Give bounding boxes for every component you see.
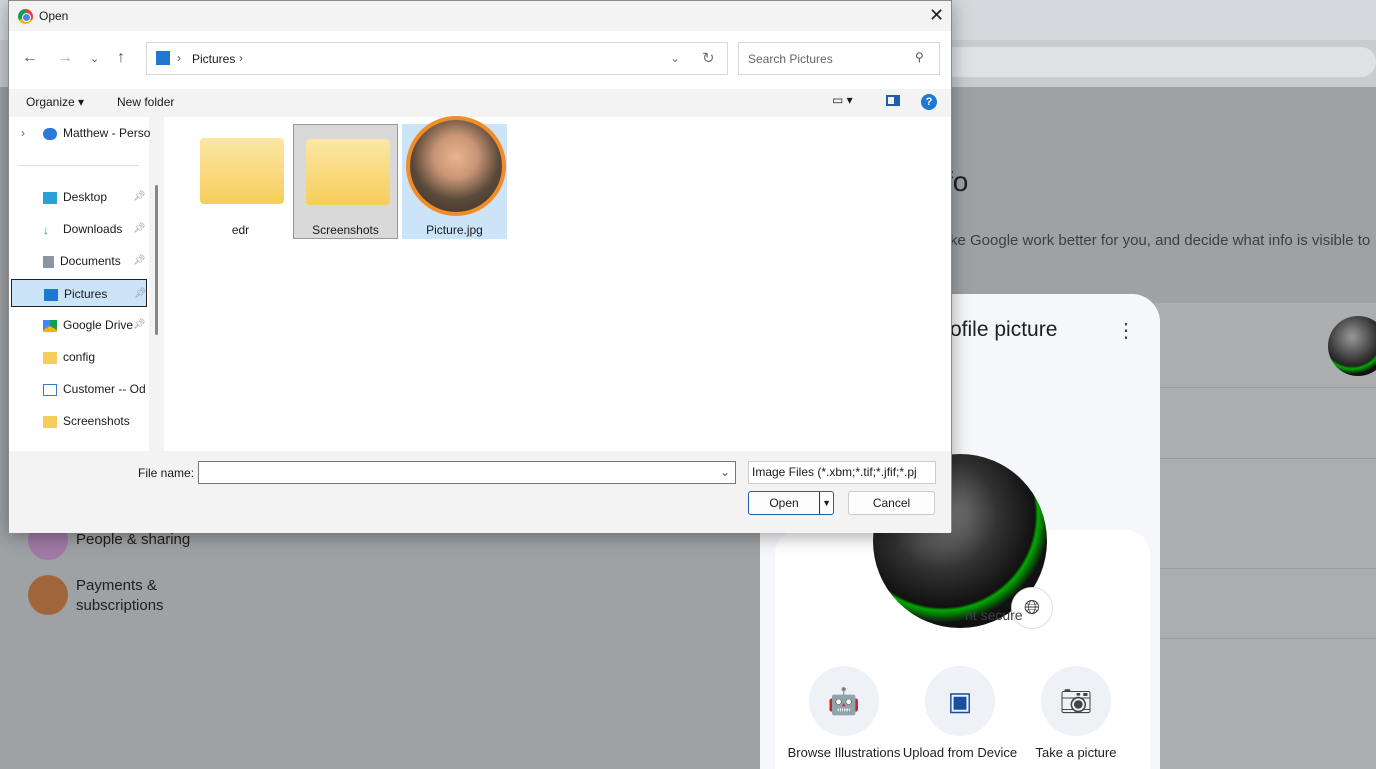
robot-illustration-icon[interactable]: 🤖 [809,666,879,736]
page-description: ke Google work better for you, and decid… [950,232,1371,249]
sidebar-item-desktop[interactable]: Desktop 📌︎ [43,183,173,211]
chevron-down-icon[interactable]: ⌄ [720,465,730,479]
expand-chevron-icon[interactable]: › [21,126,25,140]
sidebar-label: Screenshots [63,414,130,428]
forward-icon[interactable]: → [57,49,73,67]
open-label: Open [769,496,799,510]
file-item-edr[interactable]: edr [188,124,293,239]
sidebar-item-screenshots[interactable]: Screenshots [43,407,173,435]
search-input[interactable]: Search Pictures ⚲ [738,42,940,75]
folder-icon [306,139,390,205]
open-file-dialog: Open ✕ ← → ⌄ ↑ › Pictures › ⌄ ↻ Search P… [8,0,952,533]
sidebar-label: Google Drive [63,318,134,332]
dialog-footer: File name: ⌄ Image Files (*.xbm;*.tif;*.… [9,451,951,533]
separator-icon: › [177,51,181,65]
file-item-picture[interactable]: Picture.jpg [402,116,507,239]
browse-illustrations-label[interactable]: Browse Illustrations [784,745,904,760]
wallet-icon [28,575,68,615]
folder-icon [43,415,57,428]
card-title: ofile picture [950,318,1058,341]
sidebar-scrollbar[interactable] [155,185,158,335]
sidebar-label: Matthew - Perso [63,126,151,140]
pin-icon: 📌︎ [133,319,146,330]
sidebar-label: config [63,350,96,364]
address-path[interactable]: › Pictures › ⌄ ↻ [146,42,728,75]
separator-icon: › [239,51,243,65]
recent-locations-icon[interactable]: ⌄ [90,52,99,65]
chevron-down-icon[interactable]: ⌄ [670,51,680,65]
photo-library-icon[interactable]: ▣ [925,666,995,736]
sidebar-item-customer[interactable]: Customer -- Od [43,375,173,403]
pin-icon: 📌︎ [133,223,146,234]
file-type-value: Image Files (*.xbm;*.tif;*.jfif;*.pj [752,465,917,479]
preview-pane-icon[interactable] [886,95,900,106]
sidebar-item-google-drive[interactable]: Google Drive 📌︎ [43,311,173,339]
contact-icon [43,383,57,396]
dialog-title: Open [39,9,69,23]
google-drive-icon [43,319,57,332]
sidebar-label: Downloads [63,222,123,236]
navigation-pane: › Matthew - Perso Desktop 📌︎ ↓ Downloads 📌︎… [9,117,150,451]
camera-icon[interactable]: 📷︎ [1041,666,1111,736]
pictures-icon [156,51,170,65]
file-name-input[interactable]: ⌄ [198,461,736,484]
sidebar-label: Pictures [64,287,108,301]
sidebar-item-documents[interactable]: Documents 📌︎ [43,247,173,275]
file-name: edr [231,223,250,237]
sidebar-label: Desktop [63,190,108,204]
sidebar-label: Customer -- Od [63,382,146,396]
dialog-toolbar: Organize ▾ New folder ▭ ▾ ? [9,89,951,117]
close-icon[interactable]: ✕ [929,5,944,26]
open-button[interactable]: Open ▼ [748,491,834,515]
nav-label: People & sharing [76,531,191,548]
up-icon[interactable]: ↑ [117,49,125,67]
path-segment[interactable]: Pictures [192,52,235,66]
divider [19,165,139,166]
upload-from-device-label[interactable]: Upload from Device [900,745,1020,760]
split-dropdown-icon[interactable]: ▼ [819,492,831,514]
download-icon: ↓ [43,222,49,237]
folder-icon [43,351,57,364]
refresh-icon[interactable]: ↻ [702,49,715,67]
pin-icon: 📌︎ [133,255,146,266]
image-thumbnail-icon [406,116,506,216]
file-item-screenshots[interactable]: Screenshots [293,124,398,239]
view-options-icon[interactable]: ▭ ▾ [832,93,853,107]
file-type-select[interactable]: Image Files (*.xbm;*.tif;*.jfif;*.pj [748,461,936,484]
file-name: Screenshots [312,223,379,237]
search-placeholder: Search Pictures [748,52,833,66]
address-bar[interactable] [940,47,1376,77]
help-icon[interactable]: ? [921,94,937,110]
pin-icon: 📌︎ [133,191,146,202]
onedrive-icon [43,127,57,140]
file-list: edr Screenshots Picture.jpg [164,116,951,451]
sidebar-label: Documents [60,254,121,268]
more-options-icon[interactable]: ⋮ [1116,318,1136,343]
security-text: nt secure [965,607,1023,623]
search-icon: ⚲ [915,50,924,64]
divider [1160,638,1376,639]
sidebar-item-config[interactable]: config [43,343,173,371]
divider [1160,568,1376,569]
cancel-button[interactable]: Cancel [848,491,935,515]
nav-label: Payments & subscriptions [76,577,164,614]
sidebar-item-pictures[interactable]: Pictures 📌︎ [11,279,147,307]
organize-button[interactable]: Organize ▾ [26,95,84,109]
organize-label: Organize [26,95,75,109]
sidebar-item-onedrive[interactable]: Matthew - Perso [43,119,173,147]
chrome-icon [18,9,33,24]
folder-icon [200,138,284,204]
documents-icon [43,255,54,268]
new-folder-button[interactable]: New folder [117,95,174,109]
divider [1160,387,1376,388]
pin-icon: 📌︎ [134,288,147,299]
divider [1160,458,1376,459]
back-icon[interactable]: ← [22,49,38,67]
pictures-icon [44,288,58,301]
file-name: Picture.jpg [426,223,483,237]
desktop-icon [43,191,57,204]
file-name-label: File name: [138,466,195,480]
sidebar-item-downloads[interactable]: ↓ Downloads 📌︎ [43,215,173,243]
take-picture-label[interactable]: Take a picture [1016,745,1136,760]
